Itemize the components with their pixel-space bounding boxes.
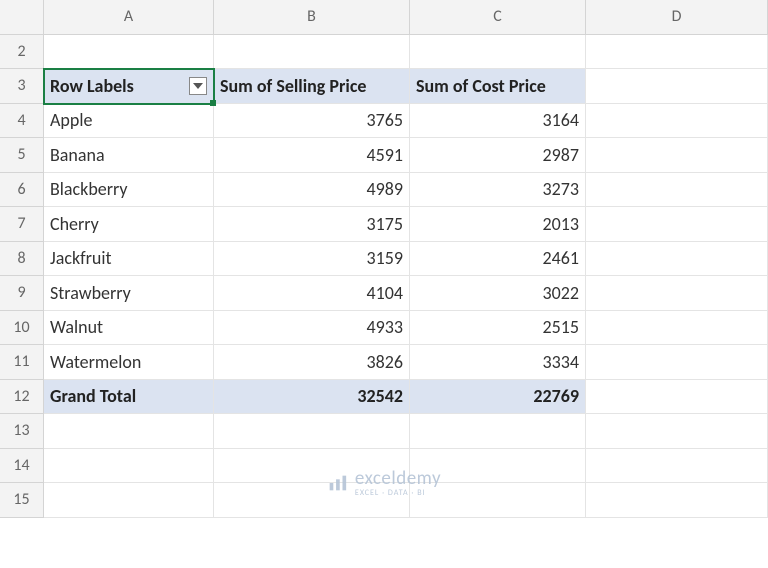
pivot-row-label[interactable]: Walnut [44,311,214,346]
pivot-row-selling[interactable]: 4933 [214,311,410,346]
row-header-3[interactable]: 3 [0,69,44,104]
cell-D3[interactable] [586,69,768,104]
pivot-row-label[interactable]: Cherry [44,207,214,242]
watermark-brand: exceldemy [355,467,441,490]
pivot-row-label[interactable]: Watermelon [44,345,214,380]
row-header-4[interactable]: 4 [0,104,44,139]
row-header-10[interactable]: 10 [0,311,44,346]
pivot-row-cost[interactable]: 2515 [410,311,586,346]
grand-total-label[interactable]: Grand Total [44,380,214,415]
col-header-C[interactable]: C [410,0,586,35]
row-header-13[interactable]: 13 [0,414,44,449]
pivot-row-cost[interactable]: 3022 [410,276,586,311]
row-header-5[interactable]: 5 [0,138,44,173]
row-header-9[interactable]: 9 [0,276,44,311]
pivot-row-selling[interactable]: 3159 [214,242,410,277]
col-header-A[interactable]: A [44,0,214,35]
row-header-15[interactable]: 15 [0,483,44,518]
cell-D6[interactable] [586,173,768,208]
pivot-row-label[interactable]: Strawberry [44,276,214,311]
col-header-B[interactable]: B [214,0,410,35]
cell-D10[interactable] [586,311,768,346]
col-header-D[interactable]: D [586,0,768,35]
row-header-11[interactable]: 11 [0,345,44,380]
pivot-row-selling[interactable]: 4989 [214,173,410,208]
cell-A2[interactable] [44,35,214,70]
pivot-row-cost[interactable]: 3273 [410,173,586,208]
watermark: exceldemy EXCEL · DATA · BI [327,467,441,498]
row-header-7[interactable]: 7 [0,207,44,242]
cell-A13[interactable] [44,414,214,449]
chart-icon [327,472,349,494]
row-header-8[interactable]: 8 [0,242,44,277]
row-header-2[interactable]: 2 [0,35,44,70]
cell-A14[interactable] [44,449,214,484]
cell-D15[interactable] [586,483,768,518]
cell-D7[interactable] [586,207,768,242]
cell-B13[interactable] [214,414,410,449]
pivot-row-selling[interactable]: 3826 [214,345,410,380]
cell-C13[interactable] [410,414,586,449]
pivot-header-rowlabels: Row Labels [50,75,134,97]
filter-dropdown-button[interactable] [189,77,207,95]
cell-D11[interactable] [586,345,768,380]
cell-D5[interactable] [586,138,768,173]
pivot-header-1[interactable]: Sum of Selling Price [214,69,410,104]
cell-D9[interactable] [586,276,768,311]
cell-C2[interactable] [410,35,586,70]
pivot-row-selling[interactable]: 3175 [214,207,410,242]
cell-D14[interactable] [586,449,768,484]
pivot-row-cost[interactable]: 2987 [410,138,586,173]
pivot-row-label[interactable]: Banana [44,138,214,173]
cell-D13[interactable] [586,414,768,449]
row-header-14[interactable]: 14 [0,449,44,484]
row-header-6[interactable]: 6 [0,173,44,208]
select-all-corner[interactable] [0,0,44,35]
cell-D2[interactable] [586,35,768,70]
pivot-header-2[interactable]: Sum of Cost Price [410,69,586,104]
pivot-row-cost[interactable]: 3334 [410,345,586,380]
pivot-row-cost[interactable]: 2013 [410,207,586,242]
pivot-row-selling[interactable]: 4591 [214,138,410,173]
pivot-row-cost[interactable]: 2461 [410,242,586,277]
pivot-row-label[interactable]: Blackberry [44,173,214,208]
pivot-header-0[interactable]: Row Labels [44,69,214,104]
pivot-row-cost[interactable]: 3164 [410,104,586,139]
row-header-12[interactable]: 12 [0,380,44,415]
pivot-row-selling[interactable]: 4104 [214,276,410,311]
cell-B2[interactable] [214,35,410,70]
cell-D12[interactable] [586,380,768,415]
cell-D8[interactable] [586,242,768,277]
grand-total-cost[interactable]: 22769 [410,380,586,415]
pivot-row-label[interactable]: Jackfruit [44,242,214,277]
cell-A15[interactable] [44,483,214,518]
grand-total-selling[interactable]: 32542 [214,380,410,415]
pivot-row-selling[interactable]: 3765 [214,104,410,139]
cell-D4[interactable] [586,104,768,139]
pivot-row-label[interactable]: Apple [44,104,214,139]
